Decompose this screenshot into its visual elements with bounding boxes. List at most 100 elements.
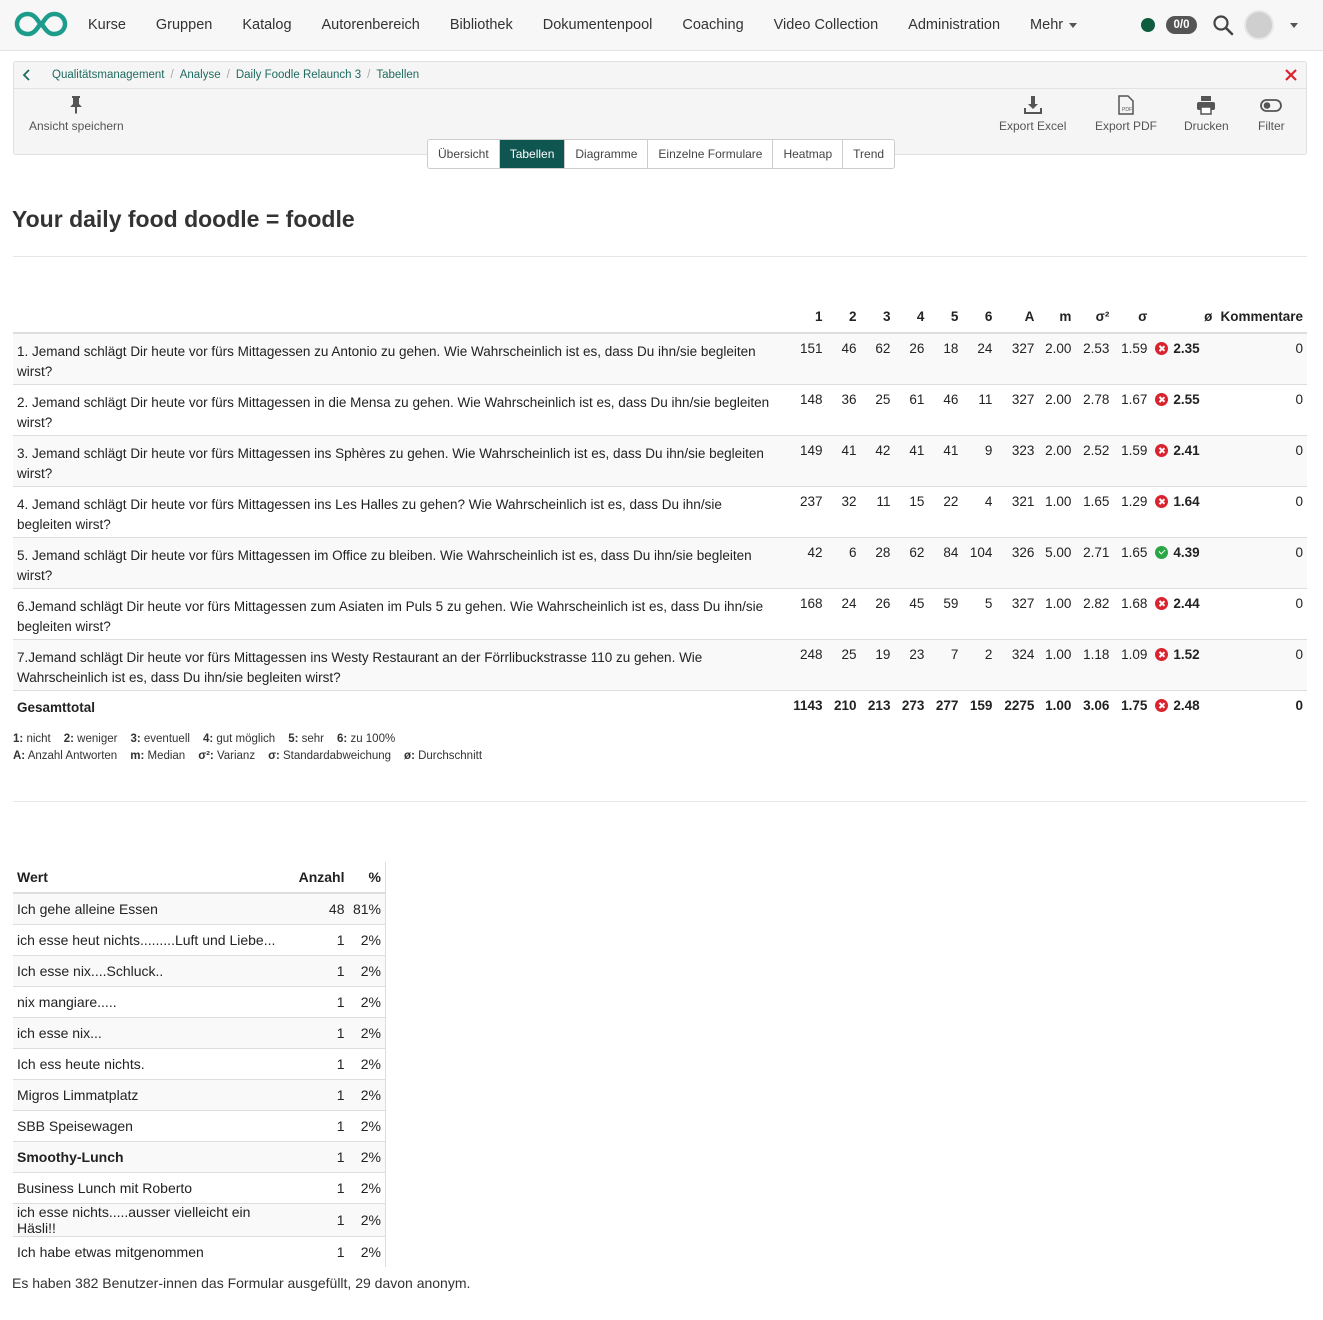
nav-item-administration[interactable]: Administration <box>893 0 1015 50</box>
cell-m: 1.00 <box>1038 689 1076 722</box>
legend-item: A: Anzahl Antworten <box>13 750 117 762</box>
export-pdf-button[interactable]: PDF Export PDF <box>1095 95 1157 133</box>
notification-counter[interactable]: 0/0 <box>1166 16 1197 34</box>
cell-a: 323 <box>996 434 1039 486</box>
answer-percent: 2% <box>348 1202 386 1236</box>
nav-item-kurse[interactable]: Kurse <box>73 0 141 50</box>
breadcrumb-item[interactable]: Analyse <box>180 62 221 88</box>
answer-value: ich esse nichts.....ausser vielleicht ei… <box>13 1202 293 1236</box>
cell-m: 1.00 <box>1038 485 1076 537</box>
tab-tabellen[interactable]: Tabellen <box>499 140 566 168</box>
cell-m: 1.00 <box>1038 587 1076 639</box>
legend-key: 5: <box>288 733 299 745</box>
pin-icon <box>70 96 83 114</box>
tab-diagramme[interactable]: Diagramme <box>565 140 649 168</box>
cell-sd: 1.67 <box>1113 383 1152 435</box>
nav-item-autorenbereich[interactable]: Autorenbereich <box>307 0 435 50</box>
tab-einzelne-formulare[interactable]: Einzelne Formulare <box>648 140 774 168</box>
export-excel-label: Export Excel <box>999 119 1067 133</box>
table-row: Ich habe etwas mitgenommen 1 2% <box>13 1235 386 1267</box>
average-value: 4.39 <box>1173 544 1200 560</box>
column-header[interactable]: Kommentare <box>1216 301 1307 334</box>
breadcrumb-separator: / <box>170 69 174 81</box>
column-header[interactable]: 4 <box>894 301 929 334</box>
nav-item-video-collection[interactable]: Video Collection <box>759 0 894 50</box>
table-row: 5. Jemand schlägt Dir heute vor fürs Mit… <box>13 536 1307 588</box>
cell-average: 2.35 <box>1151 332 1217 384</box>
answer-value: Business Lunch mit Roberto <box>13 1171 293 1203</box>
answer-percent: 2% <box>348 1140 386 1172</box>
nav-item-coaching[interactable]: Coaching <box>667 0 758 50</box>
tab--bersicht[interactable]: Übersicht <box>428 140 500 168</box>
cell-v2: 32 <box>826 485 861 537</box>
table-row: ich esse nichts.....ausser vielleicht ei… <box>13 1202 386 1236</box>
column-header[interactable]: A <box>996 301 1039 334</box>
legend-key: 2: <box>63 733 74 745</box>
column-header[interactable]: m <box>1038 301 1076 334</box>
answer-count: 1 <box>292 1016 349 1048</box>
pdf-file-icon: PDF <box>1118 95 1134 115</box>
answer-percent: 2% <box>348 1016 386 1048</box>
column-header[interactable]: ø <box>1151 301 1217 334</box>
cell-average: 1.64 <box>1151 485 1217 537</box>
answer-percent: 2% <box>348 1171 386 1203</box>
online-status-icon[interactable] <box>1141 18 1155 32</box>
column-header[interactable]: 5 <box>928 301 963 334</box>
tab-heatmap[interactable]: Heatmap <box>773 140 844 168</box>
column-header[interactable]: % <box>348 862 386 894</box>
cell-v4: 61 <box>894 383 929 435</box>
table-row: nix mangiare..... 1 2% <box>13 985 386 1017</box>
chevron-down-icon[interactable] <box>1290 23 1298 28</box>
cell-v4: 62 <box>894 536 929 588</box>
legend-key: σ²: <box>198 750 214 762</box>
breadcrumb-item[interactable]: Tabellen <box>376 62 419 88</box>
answer-count: 1 <box>292 1202 349 1236</box>
column-header[interactable]: 2 <box>826 301 861 334</box>
cell-v5: 84 <box>928 536 963 588</box>
column-header[interactable]: 1 <box>785 301 827 334</box>
nav-item-katalog[interactable]: Katalog <box>227 0 306 50</box>
table-row: Ich ess heute nichts. 1 2% <box>13 1047 386 1079</box>
export-excel-button[interactable]: Export Excel <box>999 95 1066 133</box>
tab-trend[interactable]: Trend <box>843 140 894 168</box>
close-icon[interactable] <box>1284 68 1298 82</box>
filter-button[interactable]: Filter <box>1258 95 1285 133</box>
question-text: 2. Jemand schlägt Dir heute vor fürs Mit… <box>13 383 786 435</box>
answer-count: 1 <box>292 1078 349 1110</box>
svg-text:PDF: PDF <box>1122 107 1132 113</box>
cell-v5: 277 <box>928 689 963 722</box>
chevron-left-icon[interactable] <box>20 68 34 82</box>
total-label: Gesamttotal <box>13 689 786 722</box>
cell-comments: 0 <box>1216 587 1307 639</box>
nav-item-mehr[interactable]: Mehr <box>1015 0 1092 50</box>
cell-var: 2.82 <box>1075 587 1114 639</box>
cell-v4: 45 <box>894 587 929 639</box>
table-header-row: Wert Anzahl% <box>13 862 386 894</box>
table-row: 1. Jemand schlägt Dir heute vor fürs Mit… <box>13 332 1307 384</box>
column-header[interactable]: 6 <box>962 301 997 334</box>
print-button[interactable]: Drucken <box>1184 95 1229 133</box>
filter-label: Filter <box>1258 119 1285 133</box>
nav-item-gruppen[interactable]: Gruppen <box>141 0 227 50</box>
column-header[interactable]: σ² <box>1075 301 1114 334</box>
answer-count: 1 <box>292 923 349 955</box>
page-title: Your daily food doodle = foodle <box>12 206 355 232</box>
nav-item-dokumentenpool[interactable]: Dokumentenpool <box>528 0 668 50</box>
user-avatar[interactable] <box>1244 10 1274 40</box>
cell-a: 326 <box>996 536 1039 588</box>
breadcrumb-item[interactable]: Qualitätsmanagement <box>52 62 165 88</box>
cell-v3: 62 <box>860 332 895 384</box>
legend-text: zu 100% <box>350 733 396 745</box>
breadcrumb-item[interactable]: Daily Foodle Relaunch 3 <box>236 62 361 88</box>
cell-var: 2.53 <box>1075 332 1114 384</box>
nav-item-bibliothek[interactable]: Bibliothek <box>435 0 528 50</box>
column-header[interactable]: σ <box>1113 301 1152 334</box>
table-row: Ich gehe alleine Essen 48 81% <box>13 892 386 924</box>
openolat-logo-icon[interactable] <box>14 10 68 38</box>
breadcrumb: Qualitätsmanagement / Analyse / Daily Foodle… <box>14 62 1306 89</box>
column-header[interactable]: 3 <box>860 301 895 334</box>
save-view-button[interactable]: Ansicht speichern <box>29 95 124 133</box>
column-header[interactable]: Anzahl <box>292 862 349 894</box>
search-icon[interactable] <box>1212 14 1234 36</box>
column-header[interactable]: Wert <box>13 862 293 894</box>
